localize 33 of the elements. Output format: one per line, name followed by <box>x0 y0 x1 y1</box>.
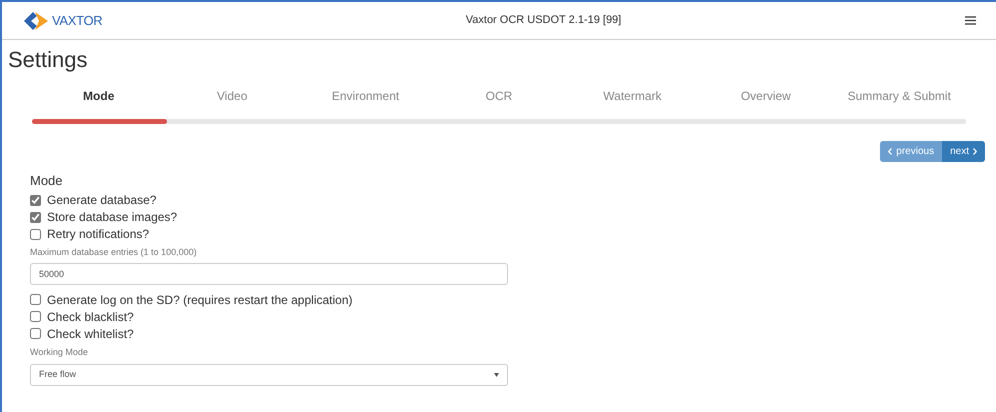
field-label: Working Mode <box>30 346 89 359</box>
logo-icon <box>22 10 50 32</box>
checkbox-label: Generate database? <box>47 192 156 209</box>
chevron-left-icon <box>888 148 892 155</box>
checkbox[interactable] <box>30 294 41 305</box>
dropdown-caret-icon <box>494 372 499 376</box>
menu-icon[interactable] <box>965 16 976 25</box>
input-field[interactable]: 50000 <box>30 263 508 285</box>
page-title: Settings <box>8 49 88 71</box>
checkbox-label: Check blacklist? <box>47 308 134 326</box>
step-tab[interactable]: Mode <box>32 87 166 105</box>
checkbox[interactable] <box>30 228 41 240</box>
app-title: Vaxtor OCR USDOT 2.1-19 [99] <box>464 13 622 28</box>
step-tab[interactable]: OCR <box>432 87 566 105</box>
step-tab[interactable]: Watermark <box>566 87 700 105</box>
brand-name: VAXTOR <box>52 12 102 30</box>
checkbox-label: Check whitelist? <box>47 326 134 342</box>
step-tab[interactable]: Environment <box>298 87 432 105</box>
next-button[interactable]: next <box>942 141 985 162</box>
checkbox-label: Store database images? <box>47 209 178 226</box>
step-tab[interactable]: Summary & Submit <box>832 87 966 105</box>
checkbox-label: Retry notifications? <box>47 226 150 243</box>
step-tab[interactable]: Overview <box>699 87 833 105</box>
checkbox[interactable] <box>30 328 41 339</box>
step-tab[interactable]: Video <box>165 87 299 105</box>
chevron-right-icon <box>973 148 977 155</box>
checkbox[interactable] <box>30 212 41 222</box>
section-heading: Mode <box>30 172 64 190</box>
checkbox[interactable] <box>30 311 41 322</box>
select-field[interactable]: Free flow <box>30 364 508 386</box>
field-label: Maximum database entries (1 to 100,000) <box>30 246 198 259</box>
checkbox[interactable] <box>30 194 41 206</box>
checkbox-label: Generate log on the SD? (requires restart the application) <box>47 292 353 308</box>
